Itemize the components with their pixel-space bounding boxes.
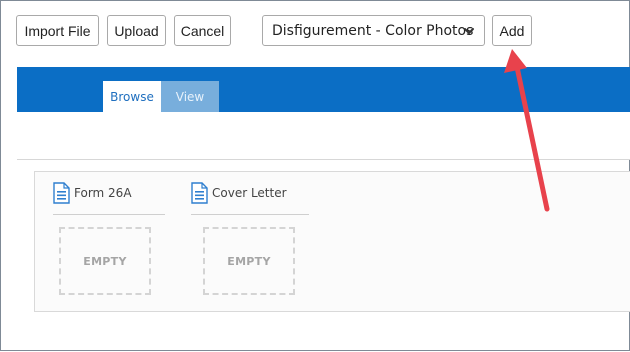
annotation-arrow-icon xyxy=(504,49,550,212)
app-window: Import File Upload Cancel Disfigurement … xyxy=(0,0,630,351)
